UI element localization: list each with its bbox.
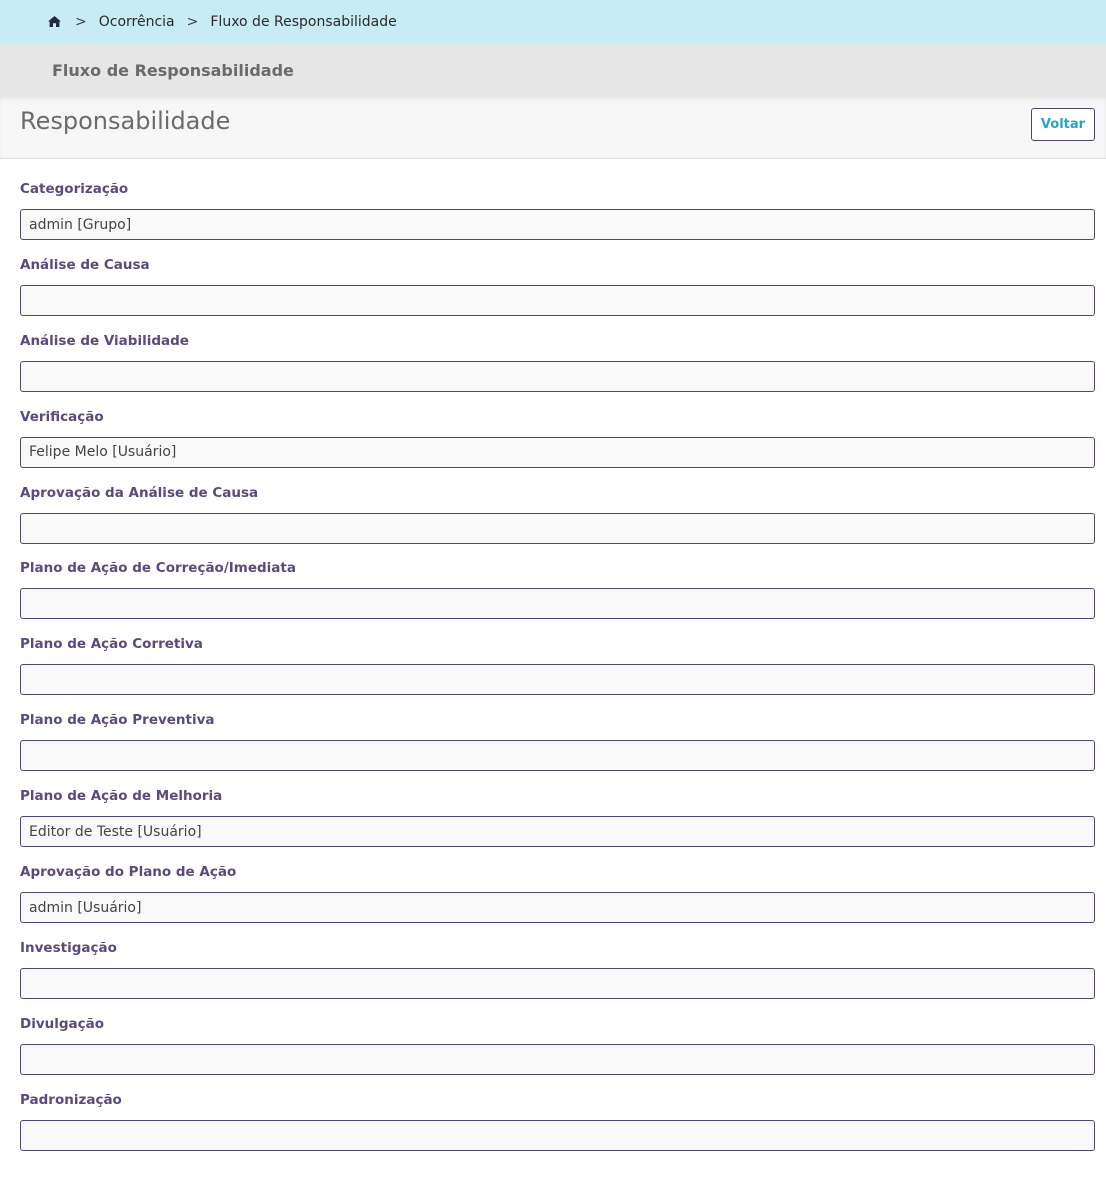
- field-plano-melhoria: Plano de Ação de Melhoria: [20, 767, 1095, 848]
- field-label: Análise de Causa: [20, 256, 150, 273]
- field-verificacao: Verificação: [20, 388, 1095, 468]
- field-plano-corretiva: Plano de Ação Corretiva: [20, 615, 1095, 696]
- field-label: Aprovação do Plano de Ação: [20, 864, 237, 881]
- section-header: Fluxo de Responsabilidade: [0, 43, 1106, 97]
- field-aprovacao-plano: Aprovação do Plano de Ação: [20, 843, 1095, 924]
- home-icon[interactable]: [48, 16, 61, 27]
- field-padronizacao: Padronização: [20, 1071, 1095, 1151]
- field-label: Plano de Ação de Melhoria: [20, 788, 223, 805]
- section-title: Fluxo de Responsabilidade: [52, 60, 294, 80]
- field-label: Categorização: [20, 181, 129, 197]
- field-divulgacao: Divulgação: [20, 995, 1095, 1075]
- field-label: Aprovação da Análise de Causa: [20, 484, 259, 501]
- padronizacao-input[interactable]: [20, 1119, 1095, 1151]
- field-label: Padronização: [20, 1091, 122, 1108]
- page-title: Responsabilidade: [20, 107, 231, 135]
- field-label: Verificação: [20, 408, 104, 425]
- field-plano-correcao-imediata: Plano de Ação de Correção/Imediata: [20, 539, 1095, 620]
- breadcrumb: > Ocorrência > Fluxo de Responsabilidade: [0, 0, 1106, 43]
- field-analise-causa: Análise de Causa: [20, 236, 1095, 316]
- field-analise-viabilidade: Análise de Viabilidade: [20, 312, 1095, 392]
- field-label: Plano de Ação Preventiva: [20, 712, 215, 729]
- field-categorizacao: Categorização: [20, 160, 1095, 240]
- breadcrumb-separator: >: [186, 13, 199, 30]
- field-aprovacao-analise-causa: Aprovação da Análise de Causa: [20, 464, 1095, 544]
- field-plano-preventiva: Plano de Ação Preventiva: [20, 691, 1095, 772]
- panel-header: Responsabilidade Voltar: [0, 97, 1106, 159]
- field-label: Análise de Viabilidade: [20, 332, 189, 349]
- back-button[interactable]: Voltar: [1031, 108, 1095, 141]
- field-label: Investigação: [20, 939, 117, 956]
- field-label: Plano de Ação de Correção/Imediata: [20, 560, 296, 577]
- field-label: Divulgação: [20, 1015, 105, 1032]
- responsibility-form: Categorização Análise de Causa Análise d…: [20, 160, 1095, 1151]
- field-investigacao: Investigação: [20, 919, 1095, 999]
- breadcrumb-separator: >: [75, 13, 87, 30]
- breadcrumb-item-ocorrencia[interactable]: Ocorrência: [99, 14, 175, 30]
- breadcrumb-item-fluxo: Fluxo de Responsabilidade: [210, 13, 397, 30]
- field-label: Plano de Ação Corretiva: [20, 636, 203, 653]
